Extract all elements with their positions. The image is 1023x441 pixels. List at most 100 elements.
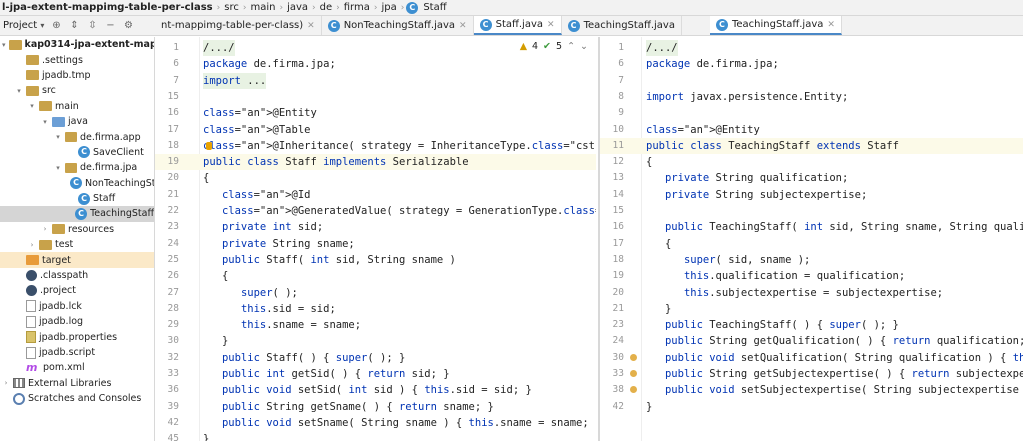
tree-item[interactable]: ▾ java <box>0 114 154 129</box>
expand-arrow-icon[interactable]: ▾ <box>41 118 49 126</box>
gear-icon[interactable]: ⚙ <box>122 20 134 32</box>
locate-icon[interactable]: ⊕ <box>50 20 62 32</box>
tree-item[interactable]: jpadb.lck <box>0 299 154 314</box>
code-line: 15 <box>600 203 1023 219</box>
tree-item[interactable]: .classpath <box>0 268 154 283</box>
tree-item[interactable]: target <box>0 252 154 268</box>
close-icon[interactable]: ✕ <box>827 20 835 30</box>
expand-arrow-icon[interactable]: › <box>2 379 10 387</box>
breadcrumb-item[interactable]: java <box>285 2 310 13</box>
minus-icon[interactable]: − <box>104 20 116 32</box>
tree-item[interactable]: › External Libraries <box>0 376 154 391</box>
tree-item[interactable]: CNonTeachingStaff <box>0 176 154 191</box>
tree-item[interactable]: jpadb.tmp <box>0 68 154 83</box>
code-line: 19 public class Staff implements Serializ… <box>155 154 596 171</box>
expand-arrow-icon[interactable]: › <box>41 225 49 233</box>
tree-item[interactable]: ▾ de.firma.app <box>0 129 154 144</box>
collapse-all-icon[interactable]: ⇕ <box>68 20 80 32</box>
expand-arrow-icon[interactable]: ▾ <box>54 133 62 141</box>
warning-count: 4 <box>532 41 539 52</box>
editor-tab[interactable]: C Staff.java ✕ <box>473 16 562 35</box>
code-line: 1 /.../ <box>600 40 1023 57</box>
tree-item[interactable]: m pom.xml <box>0 360 154 375</box>
editor-tab[interactable]: C TeachingStaff.java <box>562 16 682 35</box>
chevron-up-icon[interactable]: ⌃ <box>567 41 575 52</box>
tree-item[interactable]: C Staff <box>0 191 154 206</box>
tree-item[interactable]: › test <box>0 237 154 252</box>
editor-tab-right[interactable]: C TeachingStaff.java ✕ <box>709 16 842 35</box>
project-panel-header: Project ▾ ⊕ ⇕ ⇳ − ⚙ <box>0 16 155 36</box>
tree-item[interactable]: ▾ main <box>0 99 154 114</box>
maven-icon: m <box>26 360 38 374</box>
project-view-selector[interactable]: Project ▾ <box>3 20 44 31</box>
code-text: class="an">@Inheritance( strategy = Inhe… <box>203 139 596 152</box>
code-line: 27 super( ); <box>155 285 596 301</box>
annotation-bulb-icon[interactable] <box>206 141 212 150</box>
editor-tab[interactable]: nt-mappimg-table-per-class) ✕ <box>155 16 322 35</box>
expand-all-icon[interactable]: ⇳ <box>86 20 98 32</box>
code-text: super( ); <box>240 286 298 299</box>
code-line: 9 <box>600 105 1023 121</box>
code-line: 32 public Staff( ) { super( ); } <box>155 350 596 366</box>
tab-label: nt-mappimg-table-per-class) <box>161 20 304 31</box>
tree-item[interactable]: jpadb.script <box>0 345 154 360</box>
code-line: 39 public String getSname( ) { return sn… <box>155 399 596 415</box>
code-line: 13 private String qualification; <box>600 170 1023 186</box>
tree-item-label: main <box>55 100 79 112</box>
code-text: private String sname; <box>221 237 355 250</box>
code-text: /.../ <box>646 40 678 57</box>
code-text: public Staff( int sid, String sname ) <box>221 253 456 266</box>
breadcrumb-item[interactable]: Staff <box>421 2 448 13</box>
code-line: 28 this.sid = sid; <box>155 301 596 317</box>
code-text: public TeachingStaff( ) { super( ); } <box>664 319 899 332</box>
breadcrumb-item[interactable]: src <box>222 2 241 13</box>
editor-staff[interactable]: ▲ 4 ✔ 5 ⌃ ⌄ 1 /.../ 6 package de.firma.jpa; 7 i… <box>155 37 596 441</box>
tree-item[interactable]: ▾ de.firma.jpa <box>0 160 154 175</box>
code-line: 36 public void setSid( int sid ) { this.… <box>155 382 596 398</box>
close-icon[interactable]: ✕ <box>307 21 315 31</box>
editor-tabs: nt-mappimg-table-per-class) ✕ C NonTeaching… <box>155 16 1023 36</box>
line-number: 27 <box>167 286 179 298</box>
expand-arrow-icon[interactable]: ▾ <box>54 164 62 172</box>
tree-item[interactable]: ▾ kap0314-jpa-extent-mappimg-table <box>0 37 154 52</box>
code-text: public String getSubjectexpertise( ) { r… <box>664 368 1023 380</box>
tree-item[interactable]: ▾ src <box>0 83 154 98</box>
tree-item[interactable]: › resources <box>0 222 154 237</box>
code-line: 8 import javax.persistence.Entity; <box>600 89 1023 105</box>
code-text: } <box>646 400 653 413</box>
expand-arrow-icon[interactable]: ▾ <box>15 87 23 95</box>
code-line: 6 package de.firma.jpa; <box>155 56 596 72</box>
code-line: 26 { <box>155 268 596 284</box>
close-icon[interactable]: ✕ <box>547 20 555 30</box>
folder-icon <box>52 116 65 127</box>
line-number: 10 <box>612 123 624 135</box>
tree-item[interactable]: .project <box>0 283 154 298</box>
breadcrumb-item[interactable]: de <box>318 2 335 13</box>
expand-arrow-icon[interactable]: › <box>28 241 36 249</box>
inspection-widget[interactable]: ▲ 4 ✔ 5 ⌃ ⌄ <box>519 41 588 52</box>
tree-item[interactable]: C SaveClient <box>0 145 154 160</box>
tree-item[interactable]: C TeachingStaff <box>0 206 154 222</box>
breadcrumb-item[interactable]: l-jpa-extent-mappimg-table-per-class <box>0 2 215 13</box>
class-icon: C <box>327 19 340 32</box>
code-line: 45} <box>155 431 596 441</box>
code-text: class="an">@Entity <box>646 123 760 136</box>
tree-item[interactable]: jpadb.properties <box>0 329 154 344</box>
line-number: 6 <box>618 58 624 70</box>
breadcrumb-item[interactable]: main <box>248 2 277 13</box>
editor-tab[interactable]: C NonTeachingStaff.java ✕ <box>322 16 474 35</box>
editor-teachingstaff[interactable]: 1 /.../ 6 package de.firma.jpa; 7 8 import jav… <box>598 37 1023 441</box>
close-icon[interactable]: ✕ <box>459 21 467 31</box>
code-text: { <box>203 270 229 283</box>
breadcrumb-item[interactable]: firma <box>342 2 372 13</box>
line-number: 21 <box>167 188 179 200</box>
expand-arrow-icon[interactable]: ▾ <box>2 41 6 49</box>
chevron-down-icon[interactable]: ⌄ <box>580 41 588 52</box>
breadcrumb-item[interactable]: jpa <box>379 2 398 13</box>
check-icon: ✔ <box>543 41 552 52</box>
tree-item[interactable]: jpadb.log <box>0 314 154 329</box>
tree-item[interactable]: .settings <box>0 52 154 67</box>
tree-item[interactable]: Scratches and Consoles <box>0 391 154 406</box>
line-number: 16 <box>612 221 624 233</box>
expand-arrow-icon[interactable]: ▾ <box>28 102 36 110</box>
